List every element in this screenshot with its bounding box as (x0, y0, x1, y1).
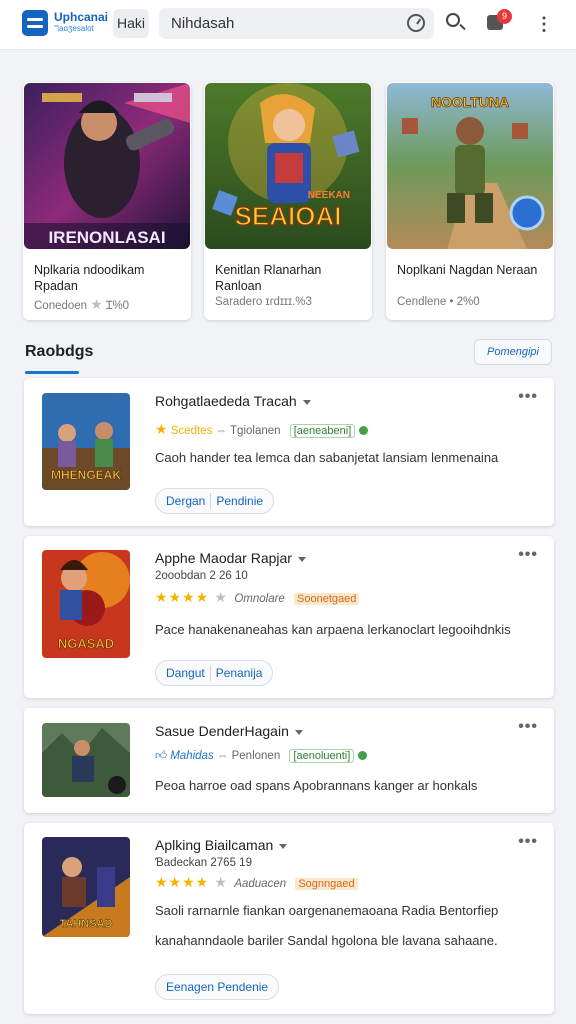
featured-art-title: IRENONLASAI (48, 228, 165, 247)
star-rating: ★★★★ ★ (155, 589, 228, 605)
action-group: Dergan Pendinie (155, 488, 275, 514)
brand-name: Uphcanai ℸaɑʒesalot (54, 10, 110, 34)
secondary-action-button[interactable]: Penanija (216, 666, 263, 680)
chevron-down-icon[interactable] (302, 399, 311, 405)
app-title[interactable]: Apphe Maodar Rapjar (155, 550, 306, 566)
featured-title: Noplkani Nagdan Neraan (397, 263, 538, 277)
featured-meta: Saradero ɪɾdɪɪɪ.%3 (215, 296, 312, 308)
search-icon[interactable] (446, 13, 460, 27)
app-subtitle: Ɓadeckan 2765 19 (155, 857, 252, 869)
app-subtitle: 2ooobdan 2 26 10 (155, 570, 248, 582)
app-meta: ★★★★ ★ Aaduacen Sognngaed (155, 874, 358, 891)
thumbs-up-icon: 👍︎ (155, 750, 168, 762)
overflow-menu-icon[interactable]: ⋮ (535, 14, 553, 34)
section-tab-indicator (25, 371, 79, 374)
secondary-action-button[interactable]: Pendinie (216, 494, 263, 508)
app-thumbnail: TAHNSAD (42, 837, 130, 937)
status-badge: [aenoluenti] (289, 749, 355, 763)
brand-line-1: Uphcanai (54, 10, 109, 24)
history-icon[interactable] (407, 14, 425, 32)
featured-artwork: IRENONLASAI (24, 83, 190, 249)
star-rating: ★★★★ ★ (155, 874, 228, 890)
notification-badge: 9 (497, 9, 512, 24)
app-card[interactable]: MHENGEAK Rohgatlaededa Tracah ••• ★ Sced… (24, 378, 554, 526)
more-options-icon[interactable]: ••• (518, 388, 538, 406)
thumbnail-title: NGASAD (58, 636, 114, 651)
section-title: Raobdgs (25, 343, 94, 360)
app-title[interactable]: Aplking Biailcaman (155, 837, 288, 853)
status-badge: Sognngaed (295, 878, 358, 890)
app-card[interactable]: NGASAD Apphe Maodar Rapjar ••• 2ooobdan … (24, 536, 554, 698)
top-app-bar: Uphcanai ℸaɑʒesalot Haki Nihdasah 9 ⋮ (0, 0, 576, 50)
featured-card[interactable]: IRENONLASAI Nplkaria ndoodikam Rpadan Co… (23, 82, 191, 320)
verified-icon (358, 751, 368, 761)
app-card[interactable]: Sasue DenderHagain ••• 👍︎ Mahidas ⇔ Penl… (24, 708, 554, 813)
chevron-down-icon[interactable] (294, 729, 303, 735)
section-action-button[interactable]: Pomengipi (474, 339, 552, 365)
featured-card[interactable]: NOOLTUNA Noplkani Nagdan Neraan Cendlene… (386, 82, 554, 320)
app-description: Pace hanakenaneahas kan arpaena lerkanoc… (155, 622, 511, 637)
thumbnail-title: MHENGEAK (51, 468, 121, 482)
app-description: Saoli rarnarnle fiankan oargenanemaoana … (155, 903, 499, 948)
app-thumbnail: NGASAD (42, 550, 130, 658)
primary-action-button[interactable]: Eenagen Pendenie (166, 980, 268, 994)
primary-action-button[interactable]: Dangut (166, 666, 205, 680)
featured-artwork: NEEKAN SEAIOAI (205, 83, 371, 249)
search-input[interactable]: Nihdasah (171, 15, 234, 32)
featured-card[interactable]: NEEKAN SEAIOAI Kenitlan Rlanarhan Ranloa… (204, 82, 372, 320)
featured-meta: Conedoen ★ Ɪ%0 (34, 296, 130, 312)
app-description: Caoh hander tea lemca dan sabanjetat lan… (155, 450, 499, 465)
app-title[interactable]: Rohgatlaededa Tracah (155, 393, 311, 409)
app-meta: ★★★★ ★ Omnolare Soonetgaed (155, 589, 360, 606)
star-icon: ★ (155, 421, 168, 437)
primary-action-button[interactable]: Dergan (166, 494, 205, 508)
app-description: Peoa harroe oad spans Apobrannans kanger… (155, 778, 478, 793)
brand-line-2: ℸaɑʒesalot (54, 24, 94, 33)
app-meta: 👍︎ Mahidas ⇔ Penlonen [aenoluenti] (155, 749, 368, 763)
thumbnail-title: TAHNSAD (60, 918, 113, 930)
featured-art-title: SEAIOAI (235, 201, 342, 231)
featured-art-subtitle: NEEKAN (308, 190, 350, 201)
location-chip[interactable]: Haki (113, 9, 149, 38)
featured-art-title: NOOLTUNA (431, 94, 509, 110)
app-title[interactable]: Sasue DenderHagain (155, 723, 303, 739)
app-thumbnail: MHENGEAK (42, 393, 130, 490)
featured-title: Nplkaria ndoodikam Rpadan (34, 263, 145, 293)
status-badge: Soonetgaed (294, 593, 360, 605)
search-bar[interactable]: Nihdasah (159, 8, 434, 39)
chevron-down-icon[interactable] (297, 556, 306, 562)
action-group: Dangut Penanija (155, 660, 274, 686)
chevron-down-icon[interactable] (279, 843, 288, 849)
action-group: Eenagen Pendenie (155, 974, 280, 1000)
featured-artwork: NOOLTUNA (387, 83, 553, 249)
verified-icon (359, 426, 369, 436)
featured-title: Kenitlan Rlanarhan Ranloan (215, 263, 322, 293)
more-options-icon[interactable]: ••• (518, 833, 538, 851)
app-logo-icon[interactable] (22, 10, 48, 36)
app-thumbnail (42, 723, 130, 797)
app-card[interactable]: TAHNSAD Aplking Biailcaman ••• Ɓadeckan … (24, 823, 554, 1014)
more-options-icon[interactable]: ••• (518, 718, 538, 736)
more-options-icon[interactable]: ••• (518, 546, 538, 564)
app-meta: ★ Scedtes ⇔ Tgiolanen [aeneabeni] (155, 421, 369, 438)
status-badge: [aeneabeni] (289, 424, 356, 438)
featured-meta: Cendlene • 2%0 (397, 296, 480, 308)
